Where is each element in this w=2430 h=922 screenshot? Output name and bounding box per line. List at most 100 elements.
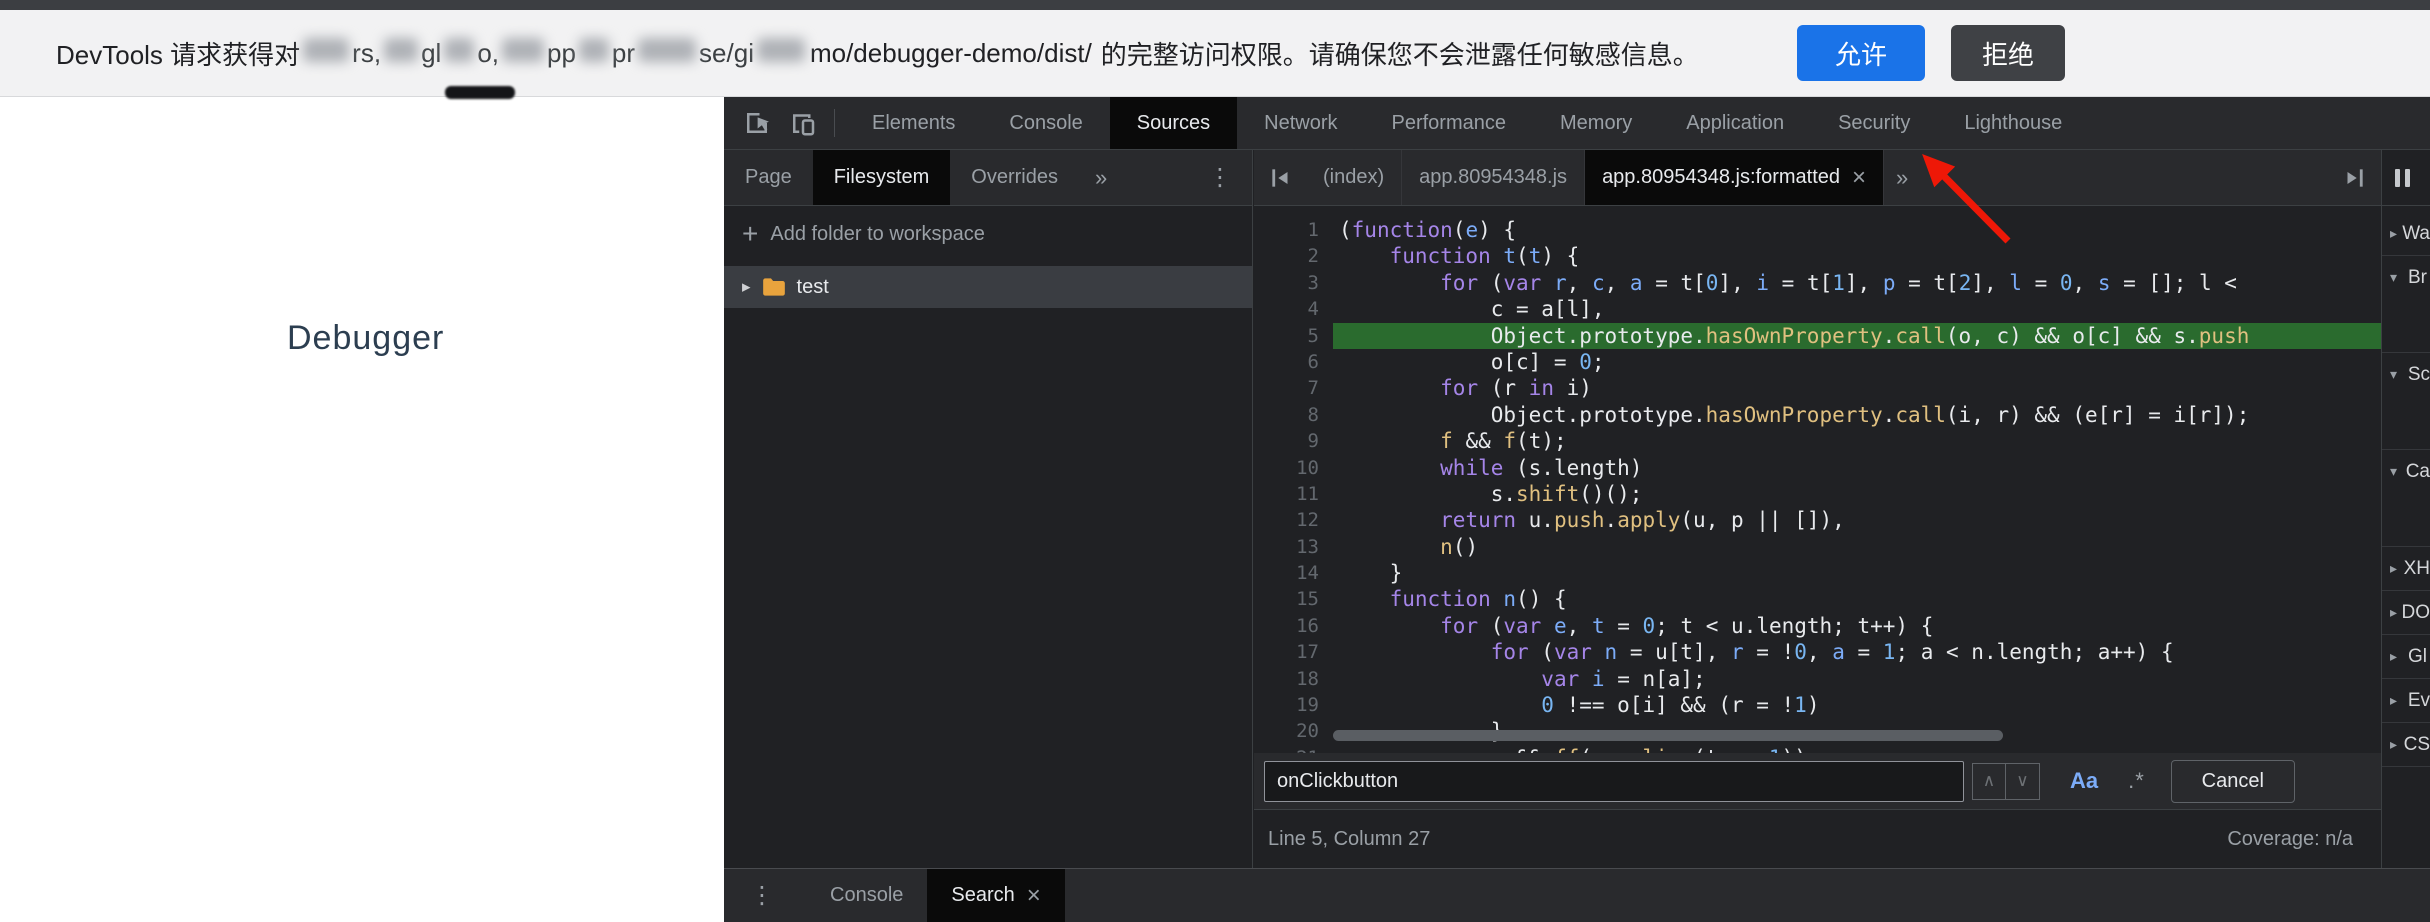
devtools-permission-banner: DevTools 请求获得对 rs, gl o, pp pr se/gi mo/debug… xyxy=(0,10,2430,97)
more-editor-tabs-icon[interactable]: » xyxy=(1896,165,1908,191)
code-token: var xyxy=(1553,640,1592,665)
more-navigator-tabs-icon[interactable]: » xyxy=(1095,165,1107,191)
scrollbar-thumb[interactable] xyxy=(1333,730,2003,741)
editor-tab[interactable]: (index) xyxy=(1306,150,1403,205)
toggle-navigator-icon[interactable] xyxy=(1264,161,1298,195)
code-line-4: c = a[l], xyxy=(1333,296,2381,322)
device-toolbar-icon[interactable] xyxy=(786,106,820,140)
tab-elements[interactable]: Elements xyxy=(845,97,982,149)
drawer-tab-console[interactable]: Console xyxy=(806,869,927,922)
open-debugger-sidebar-icon[interactable] xyxy=(2337,161,2371,195)
sidebar-section-do[interactable]: ▸ DO xyxy=(2382,591,2430,634)
navigator-tab-page[interactable]: Page xyxy=(724,150,813,205)
line-number-15[interactable]: 15 xyxy=(1254,586,1333,612)
line-number-1[interactable]: 1 xyxy=(1254,217,1333,243)
line-number-18[interactable]: 18 xyxy=(1254,666,1333,692)
allow-button[interactable]: 允许 xyxy=(1797,25,1925,81)
line-number-17[interactable]: 17 xyxy=(1254,639,1333,665)
sidebar-section-gl[interactable]: ▸ Gl xyxy=(2382,635,2430,678)
tab-performance[interactable]: Performance xyxy=(1365,97,1534,149)
line-number-10[interactable]: 10 xyxy=(1254,455,1333,481)
sidebar-section-sc[interactable]: ▾ Sc xyxy=(2382,353,2430,396)
pause-bar xyxy=(2395,168,2400,187)
pause-icon[interactable] xyxy=(2395,168,2410,187)
tab-application[interactable]: Application xyxy=(1659,97,1811,149)
tab-network[interactable]: Network xyxy=(1237,97,1364,149)
tab-console[interactable]: Console xyxy=(982,97,1109,149)
tree-item-test[interactable]: ▸ test xyxy=(724,266,1252,308)
line-number-4[interactable]: 4 xyxy=(1254,296,1333,322)
add-folder-button[interactable]: + Add folder to workspace xyxy=(742,218,1252,250)
code-token: c xyxy=(1591,270,1605,295)
match-case-toggle[interactable]: Aa xyxy=(2070,768,2098,794)
code-token: Object.prototype. xyxy=(1339,323,1706,348)
line-number-13[interactable]: 13 xyxy=(1254,534,1333,560)
navigator-tab-filesystem[interactable]: Filesystem xyxy=(812,150,951,205)
line-number-9[interactable]: 9 xyxy=(1254,428,1333,454)
sidebar-section: ▸ CS xyxy=(2382,723,2430,767)
line-number-2[interactable]: 2 xyxy=(1254,243,1333,269)
line-number-21[interactable]: 21 xyxy=(1254,745,1333,753)
line-number-gutter: 123456789101112131415161718192021 xyxy=(1254,217,1333,753)
code-token: ; a < n.length; a++) { xyxy=(1895,640,2174,665)
sidebar-section-xh[interactable]: ▸ XH xyxy=(2382,547,2430,590)
tab-memory[interactable]: Memory xyxy=(1533,97,1659,149)
devtools-main-toolbar: Elements Console Sources Network Performance… xyxy=(724,97,2430,150)
sidebar-section-ca[interactable]: ▾ Ca xyxy=(2382,450,2430,493)
line-number-11[interactable]: 11 xyxy=(1254,481,1333,507)
drawer-menu-icon[interactable]: ⋮ xyxy=(750,881,774,910)
chevron-down-icon: ▾ xyxy=(2390,463,2398,479)
code-line-2: function t(t) { xyxy=(1333,243,2381,269)
code-token: () xyxy=(1452,534,1479,559)
tab-lighthouse[interactable]: Lighthouse xyxy=(1937,97,2089,149)
code-token: l xyxy=(2009,270,2022,295)
sidebar-section-cs[interactable]: ▸ CS xyxy=(2382,723,2430,766)
close-icon[interactable]: × xyxy=(1852,164,1866,192)
tab-sources[interactable]: Sources xyxy=(1109,97,1238,149)
line-number-19[interactable]: 19 xyxy=(1254,692,1333,718)
line-number-12[interactable]: 12 xyxy=(1254,507,1333,533)
code-token: 0 xyxy=(1794,640,1807,665)
banner-prefix: DevTools 请求获得对 xyxy=(56,39,301,70)
code-token: i) xyxy=(1553,376,1592,401)
search-previous-button[interactable]: ∧ xyxy=(1972,762,2006,800)
navigator-tab-overrides[interactable]: Overrides xyxy=(950,150,1079,205)
line-number-16[interactable]: 16 xyxy=(1254,613,1333,639)
close-icon[interactable]: × xyxy=(1027,882,1041,910)
banner-message: DevTools 请求获得对 rs, gl o, pp pr se/gi mo/debug… xyxy=(56,35,1699,72)
navigator-menu-icon[interactable]: ⋮ xyxy=(1208,163,1232,192)
cancel-button[interactable]: Cancel xyxy=(2170,759,2295,803)
debugger-sidebar: ▸ Wa ▾ Br ▾ Sc ▾ Ca ▸ XH ▸ DO ▸ Gl ▸ Ev ▸ CS xyxy=(2381,150,2430,868)
search-next-button[interactable]: ∨ xyxy=(2006,762,2040,800)
line-number-20[interactable]: 20 xyxy=(1254,718,1333,744)
code-token: n xyxy=(1604,640,1618,665)
line-number-7[interactable]: 7 xyxy=(1254,375,1333,401)
code-token: , xyxy=(1566,613,1592,638)
sidebar-section-br[interactable]: ▾ Br xyxy=(2382,256,2430,299)
sidebar-section-wa[interactable]: ▸ Wa xyxy=(2382,212,2430,255)
code-line-10: while (s.length) xyxy=(1333,455,2381,481)
tab-security[interactable]: Security xyxy=(1811,97,1937,149)
sidebar-section-ev[interactable]: ▸ Ev xyxy=(2382,679,2430,722)
code-token: ()(); xyxy=(1579,481,1643,506)
code-token: for xyxy=(1440,376,1479,401)
editor-tab[interactable]: app.80954348.js:formatted × xyxy=(1585,150,1885,205)
code-token: ( xyxy=(1339,218,1352,242)
expand-arrow-icon[interactable]: ▸ xyxy=(742,277,751,297)
line-number-6[interactable]: 6 xyxy=(1254,349,1333,375)
line-number-14[interactable]: 14 xyxy=(1254,560,1333,586)
inspect-icon[interactable] xyxy=(740,106,774,140)
search-input[interactable] xyxy=(1264,760,1964,802)
editor-tab[interactable]: app.80954348.js xyxy=(1402,150,1586,205)
deny-button[interactable]: 拒绝 xyxy=(1951,25,2065,81)
line-number-3[interactable]: 3 xyxy=(1254,270,1333,296)
code-token: , xyxy=(1604,270,1630,295)
drawer-tab-search[interactable]: Search × xyxy=(927,869,1065,922)
code-token: apply xyxy=(1617,508,1681,533)
line-number-5[interactable]: 5 xyxy=(1254,323,1333,349)
code-token: s. xyxy=(1339,481,1517,506)
regex-toggle[interactable]: .* xyxy=(2128,768,2145,794)
line-number-8[interactable]: 8 xyxy=(1254,402,1333,428)
code-token: c = a[l], xyxy=(1339,297,1605,322)
